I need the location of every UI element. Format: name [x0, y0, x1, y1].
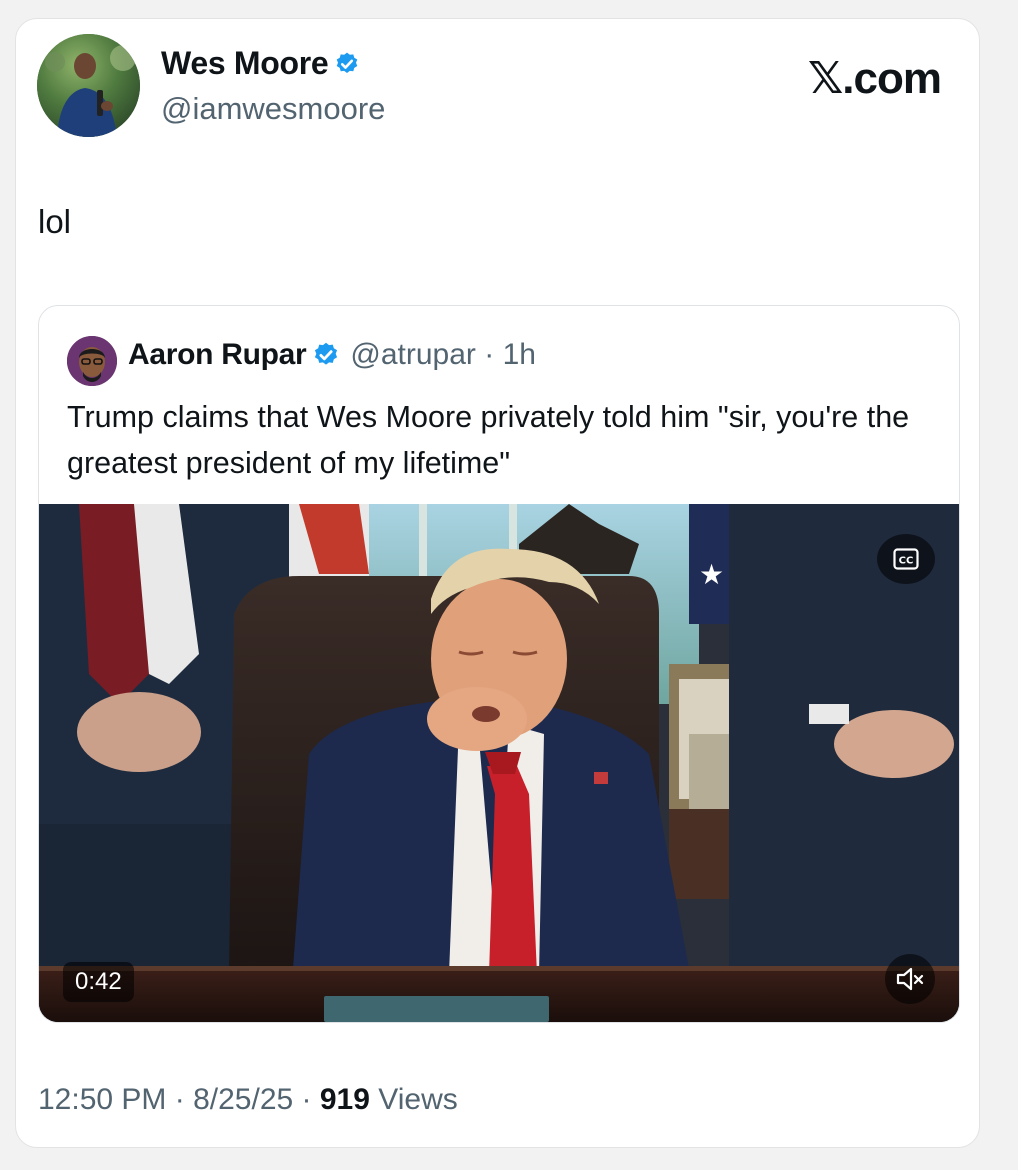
- quoted-separator: ·: [475, 338, 503, 371]
- quoted-handle[interactable]: @atrupar: [350, 338, 476, 372]
- quoted-post[interactable]: Aaron Rupar @atrupar · 1h Trump claims t…: [38, 305, 960, 1023]
- verified-badge-icon: [315, 342, 338, 365]
- video-player[interactable]: ★ CC 0:42: [39, 504, 959, 1022]
- closed-captions-icon: CC: [893, 548, 919, 570]
- quoted-header: Aaron Rupar @atrupar · 1h: [128, 338, 536, 372]
- author-avatar[interactable]: [37, 34, 140, 137]
- views-count[interactable]: 919: [320, 1083, 370, 1116]
- site-brand: 𝕏.com: [807, 54, 942, 103]
- svg-text:★: ★: [699, 558, 724, 591]
- quoted-time[interactable]: 1h: [503, 338, 536, 372]
- video-duration: 0:42: [63, 962, 134, 1002]
- verified-badge-icon: [337, 52, 358, 73]
- video-frame: ★: [39, 504, 959, 1022]
- author-display-name-row[interactable]: Wes Moore: [161, 45, 360, 82]
- author-avatar-image: [37, 34, 140, 137]
- svg-text:CC: CC: [899, 556, 914, 567]
- mute-button[interactable]: [885, 954, 935, 1004]
- post-text: lol: [38, 203, 72, 240]
- author-handle[interactable]: @iamwesmoore: [161, 91, 385, 127]
- meta-separator: ·: [293, 1083, 320, 1116]
- volume-muted-icon: [896, 967, 924, 991]
- meta-separator: ·: [166, 1083, 194, 1116]
- tweet-card: Wes Moore @iamwesmoore 𝕏.com lol Aaron R…: [15, 18, 980, 1148]
- post-time[interactable]: 12:50 PM: [38, 1083, 166, 1116]
- captions-button[interactable]: CC: [877, 534, 935, 584]
- views-label: Views: [369, 1083, 458, 1116]
- quoted-display-name[interactable]: Aaron Rupar: [128, 338, 307, 372]
- quoted-author-avatar[interactable]: [67, 336, 117, 386]
- author-display-name[interactable]: Wes Moore: [161, 45, 329, 82]
- post-meta: 12:50 PM · 8/25/25 · 919 Views: [38, 1083, 458, 1117]
- post-date[interactable]: 8/25/25: [193, 1083, 293, 1116]
- quoted-text: Trump claims that Wes Moore privately to…: [67, 400, 910, 480]
- quoted-author-avatar-image: [67, 336, 117, 386]
